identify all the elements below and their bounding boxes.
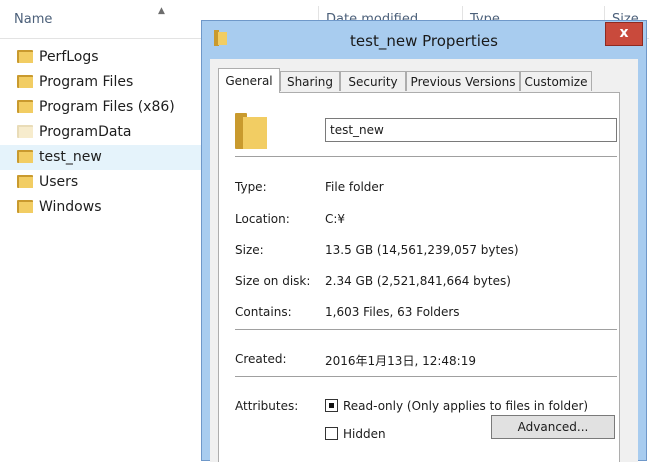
general-tab-panel: Type: File folder Location: C:¥ Size: 13… <box>218 92 620 462</box>
tab-sharing[interactable]: Sharing <box>280 71 340 91</box>
type-value: File folder <box>325 180 384 194</box>
tab-customize[interactable]: Customize <box>520 71 592 91</box>
folder-row-users[interactable]: Users <box>0 170 205 195</box>
properties-dialog: test_new Properties x General Sharing Se… <box>201 20 647 462</box>
folder-name-input[interactable] <box>325 118 617 142</box>
name-column-header[interactable]: Name <box>14 12 52 27</box>
divider <box>235 156 617 157</box>
folder-icon <box>17 200 33 213</box>
hidden-folder-icon <box>17 125 33 138</box>
created-label: Created: <box>235 352 287 366</box>
folder-name: ProgramData <box>39 124 132 140</box>
dialog-title-bar[interactable]: test_new Properties x <box>202 21 646 59</box>
folder-name: Users <box>39 174 79 190</box>
folder-icon <box>17 50 33 63</box>
folder-icon <box>235 113 269 149</box>
folder-icon <box>17 175 33 188</box>
folder-name: test_new <box>39 149 102 165</box>
read-only-label[interactable]: Read-only (Only applies to files in fold… <box>343 399 588 413</box>
folder-row-program-files[interactable]: Program Files <box>0 70 205 95</box>
divider <box>235 329 617 330</box>
attributes-label: Attributes: <box>235 399 299 413</box>
size-on-disk-value: 2.34 GB (2,521,841,664 bytes) <box>325 274 511 288</box>
folder-name: Program Files <box>39 74 134 90</box>
created-value: 2016年1月13日, 12:48:19 <box>325 354 476 368</box>
indeterminate-mark-icon <box>329 403 334 408</box>
dialog-client-area: General Sharing Security Previous Versio… <box>210 59 638 462</box>
tab-previous-versions[interactable]: Previous Versions <box>406 71 520 91</box>
folder-icon <box>17 150 33 163</box>
folder-icon <box>17 75 33 88</box>
location-value: C:¥ <box>325 212 346 226</box>
dialog-title: test_new Properties <box>350 32 498 50</box>
hidden-label[interactable]: Hidden <box>343 427 386 441</box>
sort-ascending-icon: ▲ <box>158 6 165 16</box>
folder-name: Windows <box>39 199 102 215</box>
folder-name: Program Files (x86) <box>39 99 175 115</box>
divider <box>235 376 617 377</box>
tab-general[interactable]: General <box>218 68 280 93</box>
file-list: PerfLogs Program Files Program Files (x8… <box>0 45 205 220</box>
folder-name: PerfLogs <box>39 49 99 65</box>
contains-label: Contains: <box>235 305 292 319</box>
read-only-checkbox[interactable] <box>325 399 338 412</box>
folder-row-program-files-x86[interactable]: Program Files (x86) <box>0 95 205 120</box>
size-on-disk-label: Size on disk: <box>235 274 311 288</box>
hidden-checkbox[interactable] <box>325 427 338 440</box>
folder-row-perflogs[interactable]: PerfLogs <box>0 45 205 70</box>
close-button[interactable]: x <box>605 22 643 46</box>
folder-row-test-new[interactable]: test_new <box>0 145 205 170</box>
type-label: Type: <box>235 180 267 194</box>
folder-icon <box>17 100 33 113</box>
size-label: Size: <box>235 243 264 257</box>
folder-row-programdata[interactable]: ProgramData <box>0 120 205 145</box>
folder-row-windows[interactable]: Windows <box>0 195 205 220</box>
contains-value: 1,603 Files, 63 Folders <box>325 305 460 319</box>
size-value: 13.5 GB (14,561,239,057 bytes) <box>325 243 519 257</box>
location-label: Location: <box>235 212 290 226</box>
advanced-button[interactable]: Advanced... <box>491 415 615 439</box>
tab-security[interactable]: Security <box>340 71 406 91</box>
